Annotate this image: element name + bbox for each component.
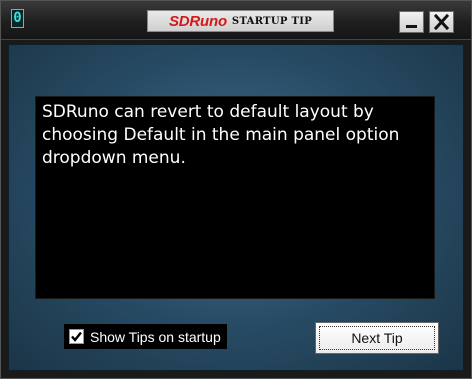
next-tip-label: Next Tip (351, 330, 403, 346)
title-bar[interactable]: 0 SDRuno STARTUP TIP (1, 1, 471, 40)
show-tips-toggle[interactable]: Show Tips on startup (64, 324, 227, 349)
checkmark-icon (71, 331, 82, 342)
title-badge: SDRuno STARTUP TIP (147, 10, 334, 32)
minimize-button[interactable] (399, 11, 424, 33)
close-icon (433, 13, 450, 31)
content-panel: SDRuno can revert to default layout by c… (8, 44, 464, 371)
app-icon[interactable]: 0 (11, 9, 24, 28)
startup-tip-window: 0 SDRuno STARTUP TIP SDRuno can revert t… (0, 0, 472, 379)
show-tips-label: Show Tips on startup (90, 328, 221, 345)
tip-text-box: SDRuno can revert to default layout by c… (35, 96, 435, 299)
minimize-icon (406, 25, 417, 28)
next-tip-button[interactable]: Next Tip (315, 322, 439, 354)
close-button[interactable] (429, 11, 454, 33)
brand-logo-text: SDRuno (168, 12, 227, 30)
tip-text: SDRuno can revert to default layout by c… (42, 102, 400, 168)
show-tips-checkbox[interactable] (69, 329, 84, 344)
window-title: STARTUP TIP (231, 15, 313, 27)
